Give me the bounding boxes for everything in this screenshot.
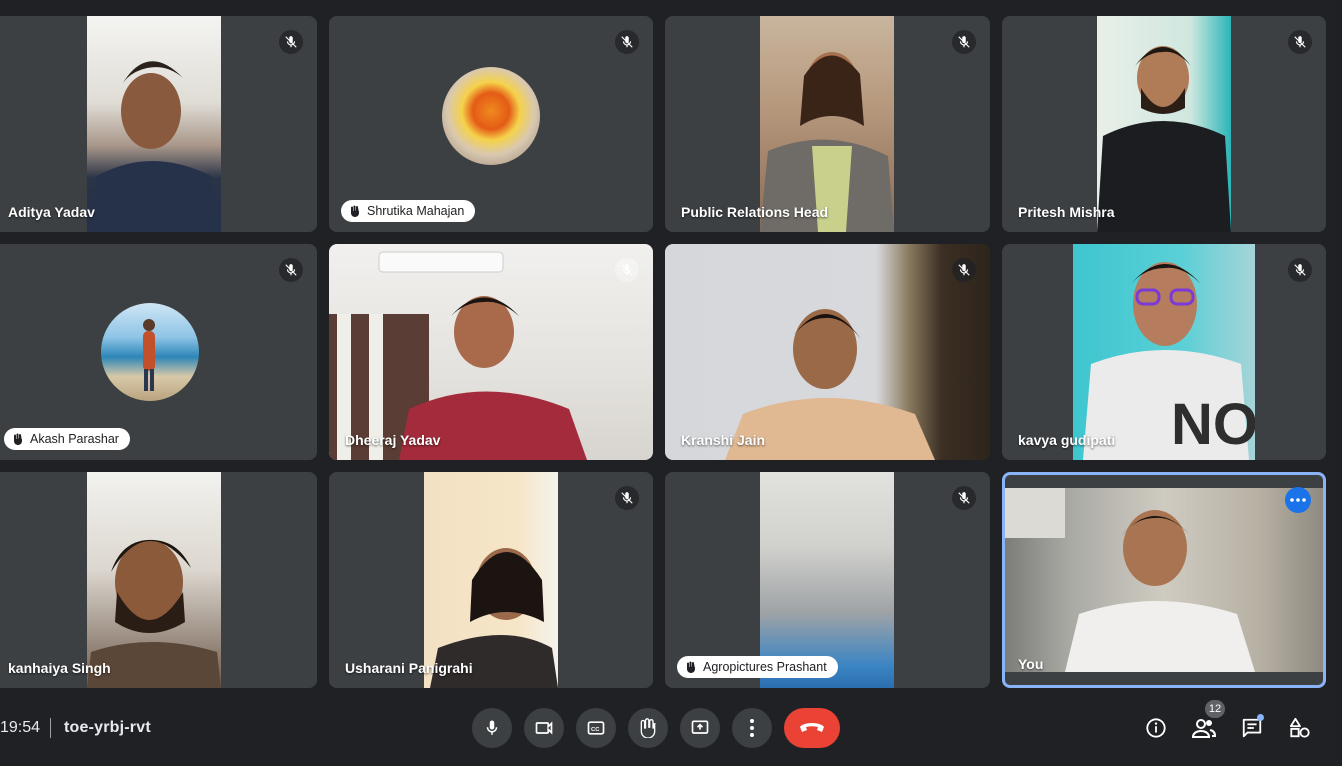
raised-hand-icon: [14, 433, 23, 445]
participant-video: [1097, 16, 1231, 232]
meeting-time: 19:54: [0, 719, 41, 736]
participant-name: Shrutika Mahajan: [367, 204, 465, 218]
participant-video: [760, 16, 894, 232]
more-options-button[interactable]: [732, 708, 772, 748]
raised-hand-icon: [351, 205, 360, 217]
chat-notification-dot: [1257, 714, 1264, 721]
people-icon: [1192, 719, 1216, 738]
participant-tile[interactable]: Shrutika Mahajan: [329, 16, 653, 232]
info-icon: [1146, 718, 1166, 738]
divider: [50, 718, 51, 738]
participant-name: kanhaiya Singh: [8, 660, 111, 676]
muted-mic-icon: [279, 258, 303, 282]
muted-mic-icon: [952, 30, 976, 54]
svg-text:NO: NO: [1171, 392, 1255, 457]
microphone-button[interactable]: [472, 708, 512, 748]
captions-icon: CC: [587, 721, 605, 735]
leave-call-button[interactable]: [784, 708, 840, 748]
participant-tile[interactable]: kanhaiya Singh: [0, 472, 317, 688]
participant-video: [329, 244, 653, 460]
present-screen-button[interactable]: [680, 708, 720, 748]
camera-icon: [535, 721, 553, 735]
participant-name: Agropictures Prashant: [703, 660, 827, 674]
participant-tile[interactable]: Dheeraj Yadav: [329, 244, 653, 460]
meeting-code: toe-yrbj-rvt: [64, 719, 151, 736]
muted-mic-icon: [1288, 258, 1312, 282]
participant-name-pill: Shrutika Mahajan: [341, 200, 476, 222]
participant-name: Public Relations Head: [681, 204, 829, 220]
participant-video: [424, 472, 558, 688]
participant-video: [87, 16, 221, 232]
participant-name: kavya gudipati: [1018, 432, 1116, 448]
participant-tile[interactable]: Aditya Yadav: [0, 16, 317, 232]
raise-hand-button[interactable]: [628, 708, 668, 748]
captions-button[interactable]: CC: [576, 708, 616, 748]
participant-avatar: [101, 303, 199, 401]
svg-text:CC: CC: [591, 727, 600, 733]
muted-mic-icon: [615, 258, 639, 282]
participant-name: Aditya Yadav: [8, 204, 95, 220]
participant-name: Usharani Panigrahi: [345, 660, 473, 676]
participant-name: Kranshi Jain: [681, 432, 766, 448]
activities-button[interactable]: [1280, 708, 1320, 748]
participant-tile[interactable]: NO kavya gudipati: [1002, 244, 1326, 460]
participant-name-pill: Agropictures Prashant: [677, 656, 838, 678]
participant-name: Dheeraj Yadav: [345, 432, 441, 448]
muted-mic-icon: [952, 258, 976, 282]
meeting-details-button[interactable]: [1136, 708, 1176, 748]
participant-count-badge: 12: [1205, 700, 1225, 718]
participant-avatar: [442, 67, 540, 165]
participant-name-pill: Akash Parashar: [4, 428, 130, 450]
participant-tile[interactable]: Akash Parashar: [0, 244, 317, 460]
participant-tile[interactable]: Agropictures Prashant: [665, 472, 990, 688]
participant-tile[interactable]: Kranshi Jain: [665, 244, 990, 460]
self-video: [1005, 488, 1323, 672]
participant-video: NO: [1073, 244, 1255, 460]
more-options-icon: [750, 719, 754, 737]
participant-name: You: [1018, 656, 1044, 672]
chat-button[interactable]: [1232, 708, 1272, 748]
participant-grid: Aditya Yadav Shrutika Mahajan Public Rel…: [0, 0, 1342, 700]
muted-mic-icon: [1288, 30, 1312, 54]
muted-mic-icon: [279, 30, 303, 54]
camera-button[interactable]: [524, 708, 564, 748]
activities-icon: [1289, 717, 1310, 738]
present-screen-icon: [691, 720, 709, 734]
muted-mic-icon: [952, 486, 976, 510]
participant-tile[interactable]: Pritesh Mishra: [1002, 16, 1326, 232]
meeting-controls-bar: 19:54 toe-yrbj-rvt CC 12: [0, 700, 1342, 766]
participant-tile[interactable]: Usharani Panigrahi: [329, 472, 653, 688]
participant-video: [665, 244, 990, 460]
end-call-icon: [800, 723, 824, 732]
self-view-tile[interactable]: You: [1002, 472, 1326, 688]
participant-name: Akash Parashar: [30, 432, 119, 446]
participant-name: Pritesh Mishra: [1018, 204, 1115, 220]
muted-mic-icon: [615, 486, 639, 510]
more-options-icon[interactable]: [1285, 487, 1311, 513]
participant-tile[interactable]: Public Relations Head: [665, 16, 990, 232]
raise-hand-icon: [640, 718, 656, 738]
microphone-icon: [486, 720, 498, 735]
participant-video: [87, 472, 221, 688]
muted-mic-icon: [615, 30, 639, 54]
raised-hand-icon: [687, 661, 696, 673]
